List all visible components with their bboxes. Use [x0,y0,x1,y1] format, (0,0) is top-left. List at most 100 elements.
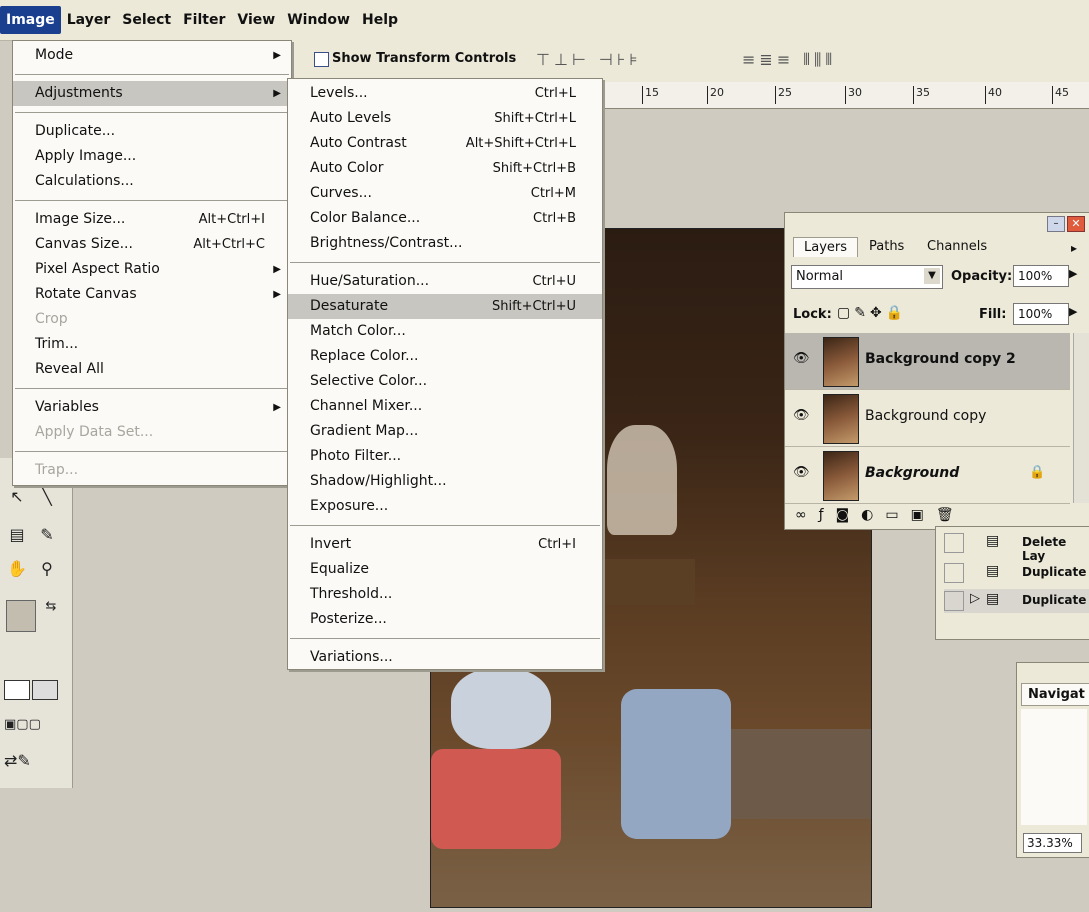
menu-layer[interactable]: Layer [61,6,116,34]
menu-item-color-balance[interactable]: Color Balance... Ctrl+B [288,206,602,231]
foreground-color-swatch[interactable] [6,600,36,632]
history-panel: ▤ Delete Lay ▤ Duplicate ▷ ▤ Duplicate [935,526,1089,640]
swap-colors-icon[interactable]: ⇆ [40,596,62,618]
menu-item-pixel-aspect-ratio[interactable]: Pixel Aspect Ratio ▶ [13,257,291,282]
menu-item-channel-mixer[interactable]: Channel Mixer... [288,394,602,419]
layer-row-background-copy-2[interactable]: 👁 Background copy 2 [785,333,1070,390]
show-transform-checkbox[interactable] [314,52,329,67]
history-row-current[interactable]: ▷ ▤ Duplicate [944,589,1089,613]
menu-item-levels[interactable]: Levels... Ctrl+L [288,81,602,106]
history-row[interactable]: ▤ Delete Lay [944,531,1089,563]
image-menu: Mode ▶ Adjustments ▶ Duplicate... Apply Im… [12,40,292,486]
layer-name: Background copy 2 [865,351,1016,367]
menu-select[interactable]: Select [116,6,177,34]
fill-arrow-icon[interactable]: ▶ [1069,305,1077,318]
notes-icon[interactable]: ▤ [6,524,28,546]
layer-name: Background [865,465,960,481]
panel-menu-icon[interactable]: ▸ [1071,241,1077,255]
tab-paths[interactable]: Paths [869,239,904,254]
menu-item-auto-levels[interactable]: Auto Levels Shift+Ctrl+L [288,106,602,131]
jump-to-imageready-icon[interactable]: ⇄✎ [4,750,64,772]
opacity-arrow-icon[interactable]: ▶ [1069,267,1077,280]
zoom-field[interactable]: 33.33% [1023,833,1082,853]
menu-item-gradient-map[interactable]: Gradient Map... [288,419,602,444]
menu-item-auto-contrast[interactable]: Auto Contrast Alt+Shift+Ctrl+L [288,131,602,156]
navigator-preview[interactable] [1021,709,1087,825]
menu-item-curves[interactable]: Curves... Ctrl+M [288,181,602,206]
lock-icon: 🔒 [1029,465,1046,480]
lock-label: Lock: [793,307,832,322]
menu-image[interactable]: Image [0,6,61,34]
menu-item-hue-saturation[interactable]: Hue/Saturation... Ctrl+U [288,269,602,294]
blend-mode-select[interactable]: Normal ▼ [791,265,943,289]
menu-item-variations[interactable]: Variations... [288,645,602,670]
menu-item-photo-filter[interactable]: Photo Filter... [288,444,602,469]
ruler-tick: 35 [913,86,930,104]
tab-navigator[interactable]: Navigat [1021,683,1089,706]
ruler-tick: 40 [985,86,1002,104]
menu-item-apply-data-set: Apply Data Set... [35,424,154,440]
layer-row-background[interactable]: 👁 Background 🔒 [785,447,1070,504]
history-row[interactable]: ▤ Duplicate [944,561,1089,585]
eyedropper-icon[interactable]: ✎ [36,524,58,546]
visibility-eye-icon[interactable]: 👁 [793,408,810,423]
menu-item-mode[interactable]: Mode ▶ [13,43,291,68]
menu-item-auto-color[interactable]: Auto Color Shift+Ctrl+B [288,156,602,181]
menu-item-adjustments[interactable]: Adjustments ▶ [13,81,291,106]
menu-item-desaturate[interactable]: Desaturate Shift+Ctrl+U [288,294,602,319]
menu-item-calculations[interactable]: Calculations... [13,169,291,194]
menu-item-exposure[interactable]: Exposure... [288,494,602,519]
path-selection-icon[interactable]: ↖ [6,486,28,508]
menu-item-replace-color[interactable]: Replace Color... [288,344,602,369]
menu-item-brightness-contrast[interactable]: Brightness/Contrast... [288,231,602,256]
menu-item-match-color[interactable]: Match Color... [288,319,602,344]
tab-channels[interactable]: Channels [927,239,987,254]
photo-bag [451,669,551,749]
menu-item-reveal-all[interactable]: Reveal All [13,357,291,382]
minimize-icon[interactable]: – [1047,216,1065,232]
zoom-icon[interactable]: ⚲ [36,558,58,580]
ruler-tick: 15 [642,86,659,104]
distribute-icons[interactable]: ≡≣≡ ⫴⫼⫴ [742,50,836,70]
layer-row-background-copy[interactable]: 👁 Background copy [785,390,1070,447]
adjustments-submenu: Levels... Ctrl+L Auto Levels Shift+Ctrl+L … [287,78,603,670]
quick-mask-icon[interactable] [32,680,58,700]
layers-scrollbar[interactable] [1073,333,1089,503]
tab-layers[interactable]: Layers [793,237,859,257]
opacity-field[interactable]: 100% [1013,265,1069,287]
lock-icons[interactable]: ▢✎✥🔒 [837,305,907,321]
menu-item-selective-color[interactable]: Selective Color... [288,369,602,394]
hand-icon[interactable]: ✋ [6,558,28,580]
ruler-tick: 30 [845,86,862,104]
visibility-eye-icon[interactable]: 👁 [793,351,810,366]
menu-item-posterize[interactable]: Posterize... [288,607,602,632]
align-icons[interactable]: ⊤⊥⊢ ⊣⊦⊧ [536,50,642,69]
menu-item-canvas-size[interactable]: Canvas Size... Alt+Ctrl+C [13,232,291,257]
fill-field[interactable]: 100% [1013,303,1069,325]
line-tool-icon[interactable]: ╲ [36,486,58,508]
photo-table [605,559,695,605]
screen-mode-icons[interactable]: ▣▢▢ [4,714,64,736]
close-icon[interactable]: ✕ [1067,216,1085,232]
menu-item-variables[interactable]: Variables ▶ [13,395,291,420]
opacity-label: Opacity: [951,269,1013,284]
layer-thumbnail [823,451,859,501]
menu-filter[interactable]: Filter [177,6,231,34]
visibility-eye-icon[interactable]: 👁 [793,465,810,480]
menu-item-threshold[interactable]: Threshold... [288,582,602,607]
menu-item-apply-image[interactable]: Apply Image... [13,144,291,169]
menu-window[interactable]: Window [281,6,356,34]
menu-help[interactable]: Help [356,6,404,34]
menu-item-trim[interactable]: Trim... [13,332,291,357]
menu-item-shadow-highlight[interactable]: Shadow/Highlight... [288,469,602,494]
layer-footer-icons[interactable]: ∞ƒ◙◐▭▣🗑 [795,507,966,523]
menu-item-image-size[interactable]: Image Size... Alt+Ctrl+I [13,207,291,232]
menu-item-equalize[interactable]: Equalize [288,557,602,582]
menu-item-invert[interactable]: Invert Ctrl+I [288,532,602,557]
standard-mode-icon[interactable] [4,680,30,700]
menu-item-duplicate[interactable]: Duplicate... [13,119,291,144]
menu-item-rotate-canvas[interactable]: Rotate Canvas ▶ [13,282,291,307]
ruler-tick: 45 [1052,86,1069,104]
menu-view[interactable]: View [231,6,281,34]
toolbox: ↖ ╲ ▤ ✎ ✋ ⚲ ⇆ ▣▢▢ ⇄✎ [0,458,73,788]
